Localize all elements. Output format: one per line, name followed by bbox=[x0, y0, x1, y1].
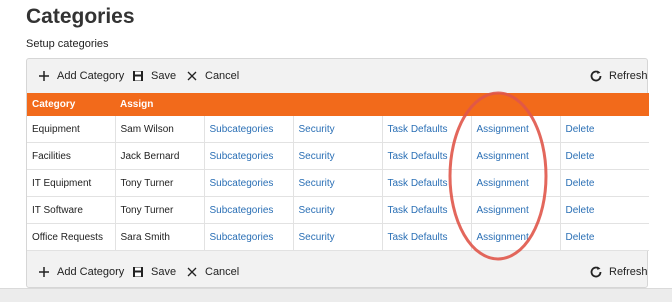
subcategories-link[interactable]: Subcategories bbox=[204, 142, 294, 170]
save-button[interactable]: Save bbox=[131, 255, 176, 289]
task-defaults-link[interactable]: Task Defaults bbox=[382, 196, 472, 224]
refresh-icon bbox=[589, 265, 603, 279]
plus-icon bbox=[37, 265, 51, 279]
cancel-label: Cancel bbox=[205, 70, 240, 82]
header-blank bbox=[560, 93, 649, 116]
delete-link[interactable]: Delete bbox=[560, 169, 649, 197]
assign-cell[interactable]: Sam Wilson bbox=[115, 116, 205, 143]
subcategories-link[interactable]: Subcategories bbox=[204, 196, 294, 224]
header-category[interactable]: Category bbox=[27, 93, 115, 116]
categories-table: Category Assign Equipment Sam Wilson Sub… bbox=[27, 93, 649, 251]
assignment-link[interactable]: Assignment bbox=[471, 142, 561, 170]
refresh-icon bbox=[589, 69, 603, 83]
assign-cell[interactable]: Tony Turner bbox=[115, 196, 205, 224]
categories-panel: Add Category Save Cancel Refresh Categor… bbox=[26, 58, 649, 289]
cancel-button[interactable]: Cancel bbox=[185, 255, 239, 289]
task-defaults-link[interactable]: Task Defaults bbox=[382, 142, 472, 170]
subcategories-link[interactable]: Subcategories bbox=[204, 116, 294, 143]
footer-strip bbox=[0, 288, 672, 302]
refresh-label: Refresh bbox=[609, 266, 648, 278]
assign-cell[interactable]: Jack Bernard bbox=[115, 142, 205, 170]
assignment-link[interactable]: Assignment bbox=[471, 116, 561, 143]
table-row: IT Equipment Tony Turner Subcategories S… bbox=[27, 169, 649, 197]
add-category-button[interactable]: Add Category bbox=[37, 59, 124, 93]
security-link[interactable]: Security bbox=[293, 223, 383, 251]
plus-icon bbox=[37, 69, 51, 83]
security-link[interactable]: Security bbox=[293, 142, 383, 170]
page-title: Categories bbox=[26, 5, 135, 28]
refresh-button[interactable]: Refresh bbox=[589, 59, 648, 93]
bottom-toolbar: Add Category Save Cancel Refresh bbox=[27, 255, 648, 289]
category-cell[interactable]: Equipment bbox=[27, 116, 116, 143]
assign-cell[interactable]: Tony Turner bbox=[115, 169, 205, 197]
add-category-label: Add Category bbox=[57, 266, 125, 278]
delete-link[interactable]: Delete bbox=[560, 116, 649, 143]
task-defaults-link[interactable]: Task Defaults bbox=[382, 116, 472, 143]
security-link[interactable]: Security bbox=[293, 169, 383, 197]
category-cell[interactable]: IT Equipment bbox=[27, 169, 116, 197]
add-category-label: Add Category bbox=[57, 70, 125, 82]
delete-link[interactable]: Delete bbox=[560, 142, 649, 170]
delete-link[interactable]: Delete bbox=[560, 223, 649, 251]
assignment-link[interactable]: Assignment bbox=[471, 223, 561, 251]
add-category-button[interactable]: Add Category bbox=[37, 255, 124, 289]
page-subtitle: Setup categories bbox=[26, 38, 109, 50]
cancel-label: Cancel bbox=[205, 266, 240, 278]
refresh-label: Refresh bbox=[609, 70, 648, 82]
table-row: IT Software Tony Turner Subcategories Se… bbox=[27, 196, 649, 224]
save-button[interactable]: Save bbox=[131, 59, 176, 93]
assignment-link[interactable]: Assignment bbox=[471, 196, 561, 224]
task-defaults-link[interactable]: Task Defaults bbox=[382, 169, 472, 197]
close-icon bbox=[185, 265, 199, 279]
subcategories-link[interactable]: Subcategories bbox=[204, 223, 294, 251]
assign-cell[interactable]: Sara Smith bbox=[115, 223, 205, 251]
save-label: Save bbox=[151, 266, 177, 278]
header-blank bbox=[382, 93, 471, 116]
category-cell[interactable]: Office Requests bbox=[27, 223, 116, 251]
category-cell[interactable]: Facilities bbox=[27, 142, 116, 170]
task-defaults-link[interactable]: Task Defaults bbox=[382, 223, 472, 251]
header-blank bbox=[293, 93, 382, 116]
category-cell[interactable]: IT Software bbox=[27, 196, 116, 224]
delete-link[interactable]: Delete bbox=[560, 196, 649, 224]
refresh-button[interactable]: Refresh bbox=[589, 255, 648, 289]
header-assign[interactable]: Assign bbox=[115, 93, 204, 116]
security-link[interactable]: Security bbox=[293, 196, 383, 224]
floppy-disk-icon bbox=[131, 69, 145, 83]
top-toolbar: Add Category Save Cancel Refresh bbox=[27, 59, 648, 93]
cancel-button[interactable]: Cancel bbox=[185, 59, 239, 93]
subcategories-link[interactable]: Subcategories bbox=[204, 169, 294, 197]
header-blank bbox=[471, 93, 560, 116]
assignment-link[interactable]: Assignment bbox=[471, 169, 561, 197]
security-link[interactable]: Security bbox=[293, 116, 383, 143]
table-header-row: Category Assign bbox=[27, 93, 649, 116]
table-row: Facilities Jack Bernard Subcategories Se… bbox=[27, 142, 649, 170]
header-blank bbox=[204, 93, 293, 116]
close-icon bbox=[185, 69, 199, 83]
table-row: Equipment Sam Wilson Subcategories Secur… bbox=[27, 116, 649, 143]
floppy-disk-icon bbox=[131, 265, 145, 279]
save-label: Save bbox=[151, 70, 177, 82]
table-row: Office Requests Sara Smith Subcategories… bbox=[27, 223, 649, 251]
